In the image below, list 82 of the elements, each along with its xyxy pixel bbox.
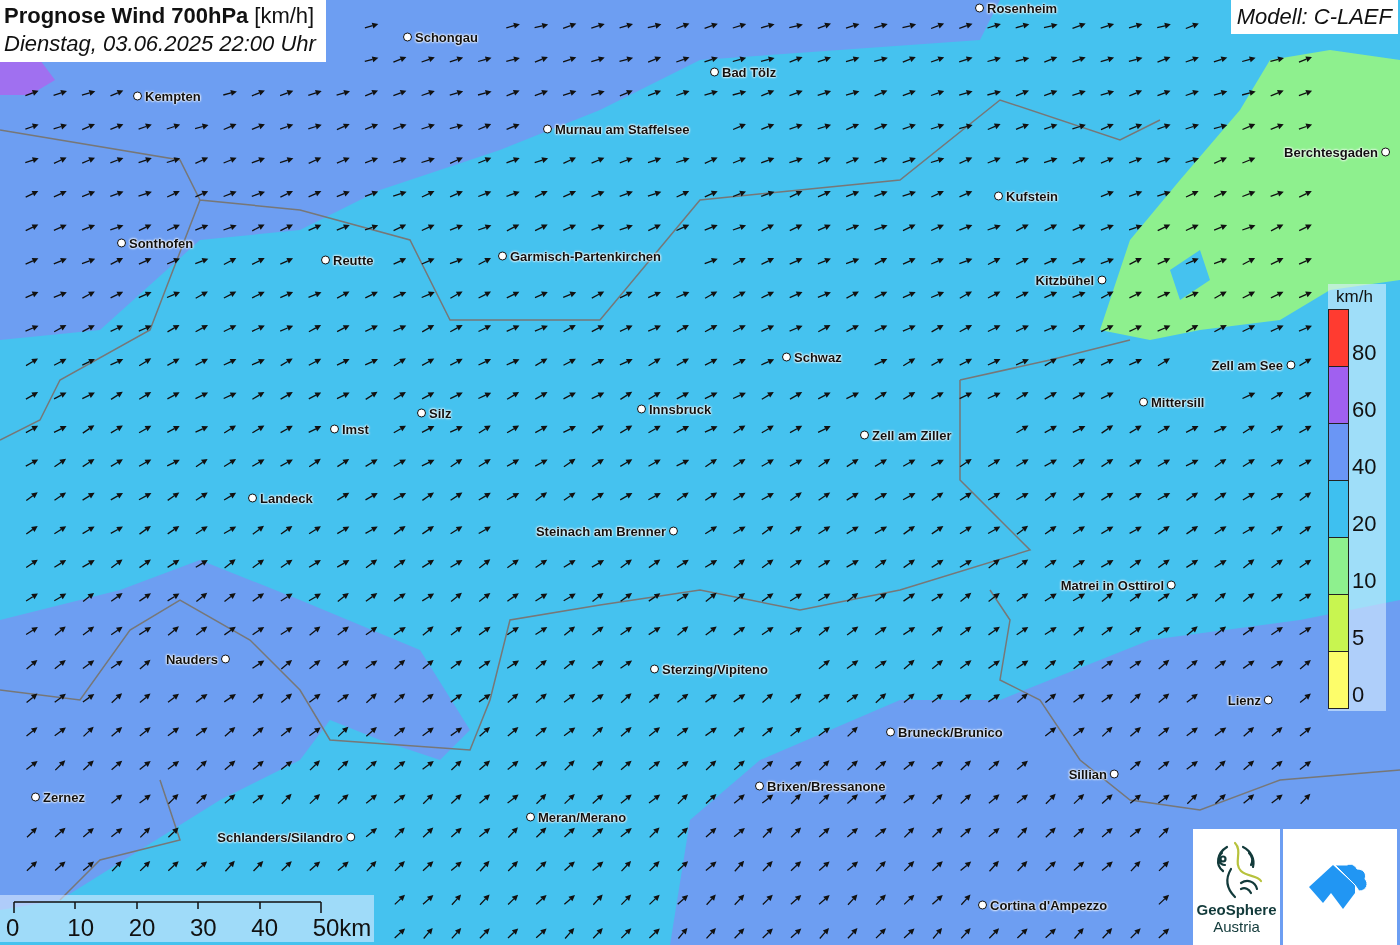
legend-label: 5 [1352, 624, 1365, 652]
city-marker-icon [669, 526, 678, 536]
city-label: Nauders [165, 651, 218, 667]
city-marker-icon [755, 781, 764, 791]
logo-country: Austria [1213, 918, 1260, 935]
city-label: Sonthofen [129, 235, 194, 251]
city-marker-icon [330, 424, 339, 434]
city-marker-icon [526, 812, 535, 822]
legend-label: 40 [1352, 453, 1377, 481]
city-label: Garmisch-Partenkirchen [510, 248, 661, 264]
city-marker-icon [1139, 397, 1148, 407]
city-label: Kempten [145, 88, 201, 104]
city-marker-icon [321, 255, 330, 265]
forecast-time: Dienstag, 03.06.2025 22:00 Uhr [4, 31, 316, 57]
city-label: Landeck [260, 490, 313, 506]
legend-unit: km/h [1335, 286, 1374, 308]
city-label: Zell am Ziller [872, 427, 952, 443]
scale-label: 30 [190, 915, 218, 941]
city-marker-icon [994, 191, 1003, 201]
city-label: Rosenheim [987, 0, 1058, 16]
city-marker-icon [1097, 275, 1106, 285]
city-marker-icon [543, 124, 552, 134]
city-label: Innsbruck [649, 401, 712, 417]
model-label: Modell: C-LAEF [1230, 0, 1398, 34]
unit-label: [km/h] [254, 3, 315, 29]
city-marker-icon [782, 352, 791, 362]
city-marker-icon [1264, 695, 1273, 705]
city-marker-icon [417, 408, 426, 418]
legend-label: 20 [1352, 510, 1377, 538]
city-label: Zernez [43, 789, 85, 805]
city-label: Steinach am Brenner [535, 523, 666, 539]
city-label: Bruneck/Brunico [898, 724, 1003, 740]
city-label: Lienz [1227, 692, 1261, 708]
city-label: Bad Tölz [722, 64, 777, 80]
city-label: Imst [342, 421, 369, 437]
city-marker-icon [403, 32, 412, 42]
city-label: Schwaz [794, 349, 842, 365]
city-marker-icon [1381, 147, 1390, 157]
city-label: Kitzbühel [1035, 272, 1094, 288]
city-marker-icon [1167, 580, 1176, 590]
scale-label: 0 [6, 915, 21, 941]
city-label: Meran/Merano [538, 809, 627, 825]
city-marker-icon [31, 792, 40, 802]
city-marker-icon [650, 664, 659, 674]
city-label: Brixen/Bressanone [767, 778, 886, 794]
city-marker-icon [133, 91, 142, 101]
scale-label: 50km [312, 915, 373, 941]
city-marker-icon [221, 654, 230, 664]
city-label: Murnau am Staffelsee [555, 121, 690, 137]
legend-label: 0 [1352, 681, 1365, 709]
scale-label: 40 [251, 915, 279, 941]
city-label: Reutte [333, 252, 374, 268]
city-marker-icon [975, 3, 984, 13]
city-marker-icon [1110, 769, 1119, 779]
scale-label: 10 [67, 915, 96, 941]
legend-label: 60 [1352, 396, 1377, 424]
city-marker-icon [117, 238, 126, 248]
city-label: Mittersill [1151, 394, 1205, 410]
city-label: Kufstein [1006, 188, 1058, 204]
map-title: Prognose Wind 700hPa [4, 3, 249, 29]
city-label: Berchtesgaden [1284, 144, 1378, 160]
city-marker-icon [886, 727, 895, 737]
city-label: Schongau [415, 29, 478, 45]
legend-label: 10 [1352, 567, 1377, 595]
city-marker-icon [248, 493, 257, 503]
city-label: Sillian [1068, 766, 1107, 782]
city-label: Silz [429, 405, 452, 421]
city-label: Schlanders/Silandro [217, 829, 343, 845]
city-marker-icon [498, 251, 507, 261]
city-label: Sterzing/Vipiteno [662, 661, 768, 677]
city-marker-icon [860, 430, 869, 440]
city-marker-icon [637, 404, 646, 414]
city-marker-icon [346, 832, 355, 842]
city-marker-icon [710, 67, 719, 77]
city-label: Zell am See [1211, 357, 1283, 373]
city-label: Cortina d'Ampezzo [990, 897, 1108, 913]
legend-label: 80 [1352, 339, 1377, 367]
logo-name: GeoSphere [1196, 901, 1277, 918]
city-marker-icon [978, 900, 987, 910]
scale-label: 20 [128, 915, 157, 941]
city-marker-icon [1286, 360, 1295, 370]
city-label: Matrei in Osttirol [1060, 577, 1164, 593]
